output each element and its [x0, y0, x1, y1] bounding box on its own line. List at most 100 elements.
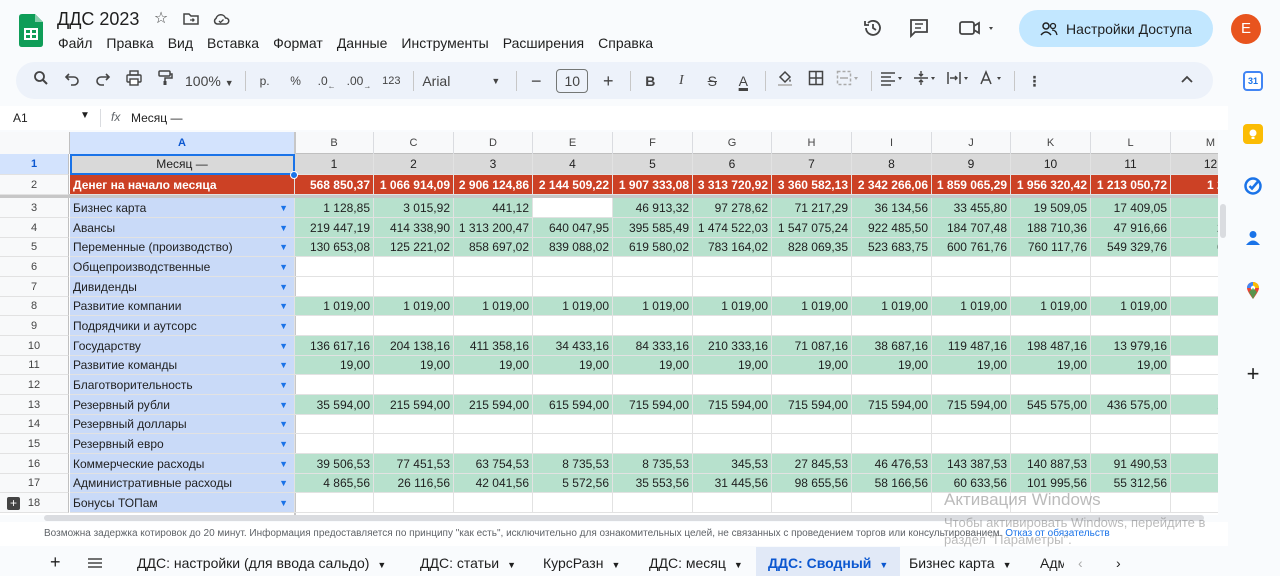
dropdown-chevron-icon[interactable]: ▼ — [279, 238, 288, 256]
value-cell[interactable] — [693, 434, 772, 454]
value-cell[interactable]: 55 312,56 — [1091, 474, 1171, 493]
value-cell[interactable]: 39 506,53 — [295, 454, 374, 474]
value-cell[interactable] — [932, 316, 1011, 336]
expand-group-icon[interactable]: + — [7, 497, 20, 510]
chevron-down-icon[interactable]: ▼ — [507, 560, 516, 570]
value-cell[interactable]: 46 913,32 — [613, 198, 693, 218]
value-cell[interactable]: 210 333,16 — [693, 336, 772, 356]
vertical-scrollbar[interactable] — [1218, 196, 1228, 496]
percent-format-button[interactable]: % — [285, 69, 307, 93]
tab-kursrazn[interactable]: КурсРазн ▼ — [543, 547, 620, 576]
value-cell[interactable]: 715 594,00 — [693, 395, 772, 415]
category-cell[interactable]: Переменные (производство) ▼ — [70, 238, 295, 257]
chevron-down-icon[interactable]: ▼ — [377, 560, 386, 570]
keep-icon[interactable] — [1243, 124, 1263, 144]
chevron-down-icon[interactable]: ▼ — [879, 560, 888, 570]
chevron-down-icon[interactable]: ▼ — [80, 110, 90, 121]
chevron-down-icon[interactable]: ▼ — [1003, 560, 1012, 570]
opening-balance-cell[interactable]: 2 144 509,22 — [533, 175, 613, 195]
more-options-icon[interactable]: ⋮ — [1023, 69, 1045, 93]
value-cell[interactable] — [295, 415, 374, 434]
category-cell[interactable]: Развитие команды ▼ — [70, 356, 295, 375]
row-header-12[interactable]: 12 — [0, 375, 69, 395]
row-header-5[interactable]: 5 — [0, 238, 69, 257]
row-header-4[interactable]: 4 — [0, 218, 69, 238]
row-header-3[interactable]: 3 — [0, 198, 69, 218]
value-cell[interactable] — [1091, 415, 1171, 434]
text-wrapping-icon[interactable] — [946, 69, 970, 93]
value-cell[interactable]: 1 019,00 — [932, 297, 1011, 316]
zoom-select[interactable]: 100% ▼ — [185, 69, 234, 93]
category-cell[interactable]: Дивиденды ▼ — [70, 277, 295, 297]
value-cell[interactable]: 77 451,53 — [374, 454, 454, 474]
dropdown-chevron-icon[interactable]: ▼ — [279, 493, 288, 512]
dropdown-chevron-icon[interactable]: ▼ — [279, 454, 288, 473]
column-header-d[interactable]: D — [454, 132, 533, 154]
row-header-15[interactable]: 15 — [0, 434, 69, 454]
value-cell[interactable] — [1091, 316, 1171, 336]
row-header-1[interactable]: 1 — [0, 154, 69, 175]
fill-handle[interactable] — [290, 171, 298, 179]
spreadsheet-grid[interactable]: ABCDEFGHIJKLM 1 2 3 4 5 6 7 8 9 10 11 12 13 14 15 16 17 1… — [0, 132, 1218, 515]
value-cell[interactable]: 600 761,76 — [932, 238, 1011, 257]
row-header-7[interactable]: 7 — [0, 277, 69, 297]
search-menus-icon[interactable] — [30, 69, 52, 93]
value-cell[interactable] — [374, 277, 454, 297]
value-cell[interactable] — [852, 493, 932, 513]
value-cell[interactable] — [295, 257, 374, 277]
column-header-e[interactable]: E — [533, 132, 613, 154]
value-cell[interactable] — [533, 415, 613, 434]
value-cell[interactable] — [1091, 375, 1171, 395]
name-box[interactable]: A1 — [13, 111, 28, 125]
value-cell[interactable]: 715 594,00 — [613, 395, 693, 415]
dropdown-chevron-icon[interactable]: ▼ — [279, 336, 288, 355]
italic-icon[interactable]: I — [670, 69, 692, 93]
value-cell[interactable]: 17 409,05 — [1091, 198, 1171, 218]
dropdown-chevron-icon[interactable]: ▼ — [279, 198, 288, 217]
horizontal-align-icon[interactable] — [880, 69, 904, 93]
value-cell[interactable] — [693, 493, 772, 513]
value-cell[interactable]: 697 3 — [1171, 238, 1218, 257]
value-cell[interactable] — [1171, 375, 1218, 395]
dropdown-chevron-icon[interactable]: ▼ — [279, 297, 288, 315]
value-cell[interactable] — [533, 277, 613, 297]
value-cell[interactable]: 1 019,00 — [1091, 297, 1171, 316]
category-cell[interactable]: Административные расходы ▼ — [70, 474, 295, 493]
decrease-font-size-icon[interactable]: − — [525, 69, 547, 93]
value-cell[interactable]: 1 019,00 — [374, 297, 454, 316]
value-cell[interactable] — [1011, 375, 1091, 395]
value-cell[interactable] — [374, 434, 454, 454]
dropdown-chevron-icon[interactable]: ▼ — [279, 415, 288, 433]
opening-balance-cell[interactable]: 3 360 582,13 — [772, 175, 852, 195]
tab-dds-articles[interactable]: ДДС: статьи ▼ — [420, 547, 516, 576]
value-cell[interactable] — [1011, 434, 1091, 454]
value-cell[interactable] — [1091, 277, 1171, 297]
tab-adm[interactable]: Адм — [1040, 547, 1064, 576]
value-cell[interactable]: 42 041,56 — [454, 474, 533, 493]
value-cell[interactable] — [533, 198, 613, 218]
month-number-cell[interactable]: 4 — [533, 154, 613, 175]
value-cell[interactable] — [613, 415, 693, 434]
value-cell[interactable] — [374, 257, 454, 277]
value-cell[interactable]: 140 887,53 — [1011, 454, 1091, 474]
value-cell[interactable]: 170 0 — [1171, 395, 1218, 415]
value-cell[interactable] — [772, 493, 852, 513]
value-cell[interactable] — [613, 257, 693, 277]
value-cell[interactable]: 119 487,16 — [932, 336, 1011, 356]
value-cell[interactable] — [772, 434, 852, 454]
comments-icon[interactable] — [908, 17, 930, 39]
value-cell[interactable]: 715 594,00 — [932, 395, 1011, 415]
month-number-cell[interactable]: 12 — [1171, 154, 1218, 175]
month-number-cell[interactable]: 9 — [932, 154, 1011, 175]
vertical-align-icon[interactable] — [913, 69, 937, 93]
column-header-h[interactable]: H — [772, 132, 852, 154]
value-cell[interactable]: 71 087,16 — [772, 336, 852, 356]
scroll-tabs-right-icon[interactable]: › — [1116, 547, 1121, 576]
value-cell[interactable]: 1 019,00 — [533, 297, 613, 316]
select-all-corner[interactable] — [0, 132, 70, 154]
category-cell[interactable]: Общепроизводственные ▼ — [70, 257, 295, 277]
value-cell[interactable]: 19 509,05 — [1011, 198, 1091, 218]
opening-balance-cell[interactable]: 1 286 9 — [1171, 175, 1218, 195]
value-cell[interactable]: 26 116,56 — [374, 474, 454, 493]
row-header-11[interactable]: 11 — [0, 356, 69, 375]
